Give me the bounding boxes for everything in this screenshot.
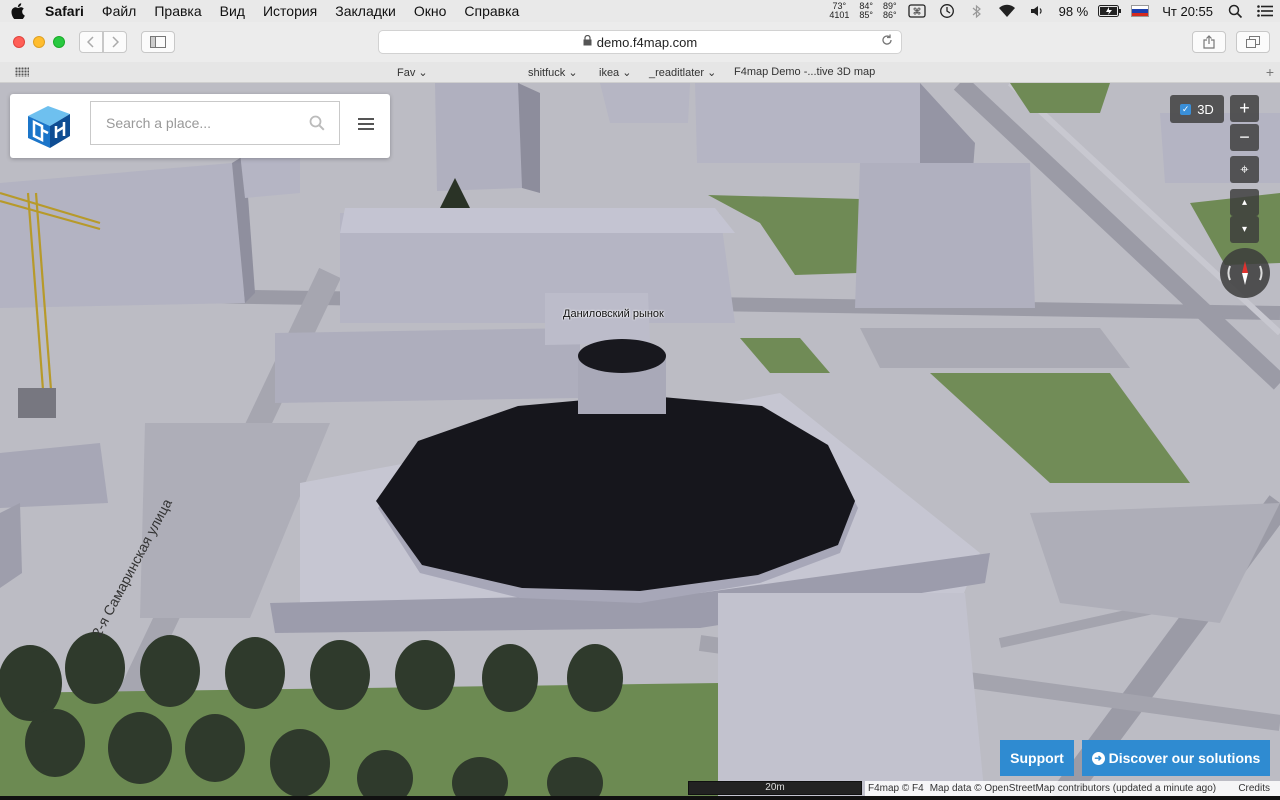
forward-button[interactable] xyxy=(103,31,127,53)
back-button[interactable] xyxy=(79,31,103,53)
chevron-right-icon xyxy=(112,36,119,48)
menu-history[interactable]: История xyxy=(254,3,326,19)
toggle-3d-label: 3D xyxy=(1197,101,1214,117)
chevron-left-icon xyxy=(87,36,94,48)
sensor-stat[interactable]: 73° 4101 xyxy=(824,2,854,20)
arrow-right-circle-icon: ➜ xyxy=(1091,751,1105,765)
search-icon[interactable] xyxy=(309,115,325,131)
new-tab-plus-icon[interactable]: + xyxy=(1266,64,1274,80)
bluetooth-icon[interactable] xyxy=(962,0,992,22)
svg-text:⌘: ⌘ xyxy=(912,8,921,18)
battery-charging-icon[interactable] xyxy=(1095,0,1125,22)
tilt-up-button[interactable]: ▴ xyxy=(1230,189,1259,216)
stat-bottom: 86° xyxy=(882,10,897,20)
bookmark-folder-fav[interactable]: Fav ⌄ xyxy=(397,66,428,79)
menu-view[interactable]: Вид xyxy=(211,3,254,19)
discover-label: Discover our solutions xyxy=(1108,750,1261,766)
sensor-stat[interactable]: 84° 85° xyxy=(854,2,878,20)
wifi-icon[interactable] xyxy=(992,0,1022,22)
address-bar[interactable]: demo.f4map.com xyxy=(378,30,902,54)
sensor-stat[interactable]: 89° 86° xyxy=(878,2,902,20)
osm-attribution-link[interactable]: Map data © OpenStreetMap contributors (u… xyxy=(927,783,1219,794)
bookmarks-bar: Fav ⌄ shitfuck ⌄ ikea ⌄ _readitlater ⌄ F… xyxy=(0,62,1280,83)
search-panel xyxy=(10,94,390,158)
sidebar-toggle-button[interactable] xyxy=(141,31,175,53)
url-text: demo.f4map.com xyxy=(596,34,698,50)
bookmark-folder-ikea[interactable]: ikea ⌄ xyxy=(599,66,631,79)
volume-icon[interactable] xyxy=(1022,0,1052,22)
menu-window[interactable]: Окно xyxy=(405,3,456,19)
battery-percentage[interactable]: 98 % xyxy=(1052,4,1096,19)
map-place-label[interactable]: Даниловский рынок xyxy=(563,308,664,320)
f4map-attribution-link[interactable]: F4map © F4 xyxy=(865,783,927,794)
compass-needle-icon xyxy=(1227,261,1263,285)
share-button[interactable] xyxy=(1192,31,1226,53)
tilt-down-button[interactable]: ▾ xyxy=(1230,216,1259,243)
menu-help[interactable]: Справка xyxy=(455,3,528,19)
menu-app-name[interactable]: Safari xyxy=(36,3,93,19)
menu-bookmarks[interactable]: Закладки xyxy=(326,3,405,19)
bottom-edge xyxy=(0,796,1280,800)
apple-menu-icon[interactable] xyxy=(0,3,36,19)
search-field[interactable] xyxy=(90,101,340,145)
search-input[interactable] xyxy=(91,102,291,144)
map-attribution: F4map © F4 Map data © OpenStreetMap cont… xyxy=(865,781,1280,796)
share-icon xyxy=(1203,35,1215,49)
close-window-button[interactable] xyxy=(13,36,25,48)
discover-solutions-button[interactable]: ➜ Discover our solutions xyxy=(1082,740,1270,776)
scale-bar: 20m xyxy=(688,781,862,795)
menu-clock[interactable]: Чт 20:55 xyxy=(1155,4,1220,19)
time-machine-icon[interactable] xyxy=(932,0,962,22)
compass-rotate-control[interactable] xyxy=(1220,248,1270,298)
notification-center-icon[interactable] xyxy=(1250,0,1280,22)
menu-file[interactable]: Файл xyxy=(93,3,145,19)
minimize-window-button[interactable] xyxy=(33,36,45,48)
toggle-3d-checkbox[interactable]: ✓ 3D xyxy=(1170,95,1224,123)
bookmark-folder-shitfuck[interactable]: shitfuck ⌄ xyxy=(528,66,578,79)
hamburger-menu-icon[interactable] xyxy=(358,118,374,132)
stat-bottom: 85° xyxy=(859,10,873,20)
spotlight-search-icon[interactable] xyxy=(1220,0,1250,22)
map-3d-scene: 2-я Самаринская улица xyxy=(0,83,1280,800)
menu-edit[interactable]: Правка xyxy=(145,3,210,19)
reload-icon[interactable] xyxy=(881,34,893,49)
sidebar-icon xyxy=(150,36,166,48)
checkbox-checked-icon: ✓ xyxy=(1180,103,1192,115)
credits-link[interactable]: Credits xyxy=(1235,783,1280,794)
zoom-out-button[interactable]: − xyxy=(1230,124,1259,151)
tabs-icon xyxy=(1246,36,1260,48)
input-source-flag-icon[interactable] xyxy=(1125,0,1155,22)
keyboard-shortcut-icon[interactable]: ⌘ xyxy=(902,0,932,22)
zoom-in-button[interactable]: + xyxy=(1230,95,1259,122)
lock-icon xyxy=(583,34,592,49)
stat-bottom: 4101 xyxy=(829,10,850,20)
browser-toolbar: demo.f4map.com xyxy=(0,22,1280,62)
macos-menu-bar: Safari Файл Правка Вид История Закладки … xyxy=(0,0,1280,22)
menu-bar-status-area: 73° 4101 84° 85° 89° 86° ⌘ 98 % Чт 20:55 xyxy=(824,0,1280,22)
bookmark-f4map-demo[interactable]: F4map Demo -...tive 3D map xyxy=(734,66,875,78)
show-all-bookmarks-icon[interactable] xyxy=(15,67,29,77)
support-button[interactable]: Support xyxy=(1000,740,1074,776)
bookmark-folder-readitlater[interactable]: _readitlater ⌄ xyxy=(649,66,716,79)
f4map-logo-icon[interactable] xyxy=(20,100,76,152)
map-canvas[interactable]: 2-я Самаринская улица Даниловский рынок … xyxy=(0,83,1280,800)
tabs-overview-button[interactable] xyxy=(1236,31,1270,53)
locate-me-button[interactable]: ⌖ xyxy=(1230,156,1259,183)
fullscreen-window-button[interactable] xyxy=(53,36,65,48)
